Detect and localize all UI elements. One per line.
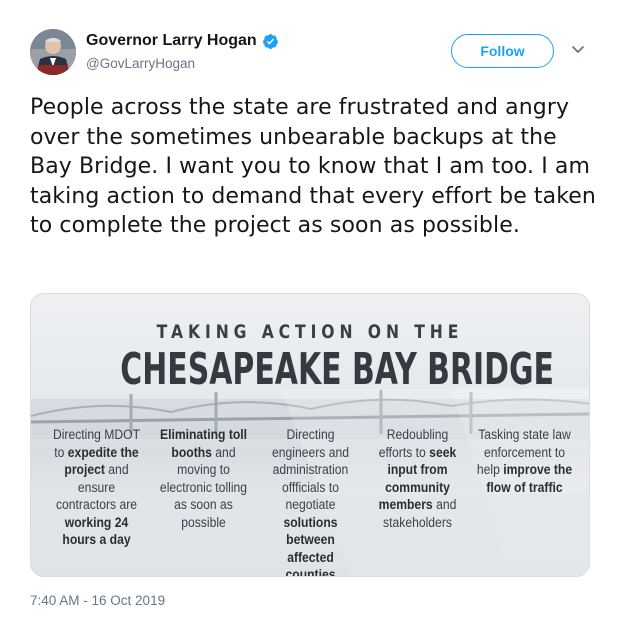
action-text-bold: working 24 hours a day — [62, 514, 131, 548]
action-column: Eliminating toll booths and moving to el… — [155, 426, 251, 576]
follow-button[interactable]: Follow — [451, 34, 554, 68]
action-text: Directing engineers and administration o… — [271, 427, 350, 512]
action-text-bold: solutions between affected counties — [283, 514, 338, 577]
author-name[interactable]: Governor Larry Hogan — [86, 32, 257, 50]
avatar-photo-icon — [30, 29, 76, 75]
image-headline: CHESAPEAKE BAY BRIDGE — [120, 344, 554, 395]
action-column: Directing MDOT to expedite the project a… — [48, 426, 144, 576]
author-handle[interactable]: @GovLarryHogan — [86, 56, 195, 71]
action-column: Directing engineers and administration o… — [262, 426, 358, 577]
chevron-down-icon[interactable] — [571, 45, 585, 55]
verified-badge-icon — [262, 33, 278, 49]
avatar[interactable] — [30, 29, 76, 75]
tweet-text: People across the state are frustrated a… — [30, 95, 596, 238]
author-row: Governor Larry Hogan — [86, 32, 279, 50]
action-columns: Directing MDOT to expedite the project a… — [43, 426, 579, 577]
action-column: Tasking state law enforcement to help im… — [476, 426, 572, 576]
image-kicker: TAKING ACTION ON THE — [156, 321, 464, 343]
action-column: Redoubling efforts to seek input from co… — [369, 426, 465, 576]
tweet-timestamp[interactable]: 7:40 AM - 16 Oct 2019 — [30, 593, 165, 608]
tweet-image[interactable]: TAKING ACTION ON THE CHESAPEAKE BAY BRID… — [30, 293, 590, 577]
